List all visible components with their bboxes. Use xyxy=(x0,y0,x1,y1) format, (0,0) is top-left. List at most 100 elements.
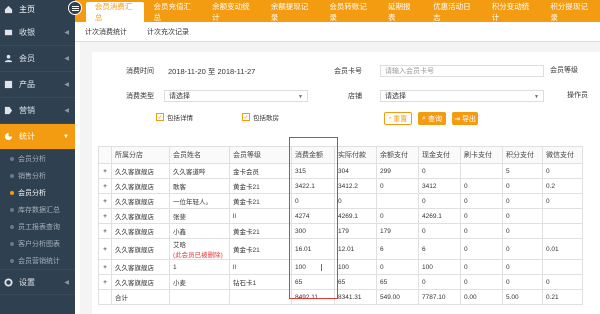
table-cell: 久久客道哔 xyxy=(169,163,230,179)
sidebar-subitem[interactable]: 库存数据汇总 xyxy=(0,201,75,218)
table-cell: 65 xyxy=(291,274,335,290)
table-cell: 0 xyxy=(460,193,503,209)
table-cell: 久久客旗舰店 xyxy=(111,193,170,209)
header-expand xyxy=(98,146,112,164)
table-cell: 0 xyxy=(542,163,583,179)
sidebar-item-member[interactable]: 会员 ◀ xyxy=(0,46,75,72)
chevron-left-icon: ◀ xyxy=(64,108,69,114)
product-icon xyxy=(4,80,13,89)
sidebar-item-stats[interactable]: 统计 ▼ xyxy=(0,124,75,150)
include-details-checkbox[interactable]: ✓ xyxy=(156,113,164,121)
table-cell: 0 xyxy=(460,178,503,194)
tab-balance-change[interactable]: 余额变动统计 xyxy=(203,2,262,22)
tab-member-consumption[interactable]: 会员消费汇总 xyxy=(85,2,145,22)
table-cell: 5 xyxy=(502,163,543,179)
table-cell: 65 xyxy=(376,274,419,290)
sub-tab-bar: 计次消费统计 计次充次记录 xyxy=(75,22,600,42)
table-cell: 0 xyxy=(542,274,583,290)
expand-row-button[interactable]: + xyxy=(98,259,112,275)
table-cell: 久久客旗舰店 xyxy=(111,274,170,290)
table-cell: 小鑫 xyxy=(169,223,230,239)
table-cell: 0 xyxy=(334,193,377,209)
table-cell: 黄金卡21 xyxy=(229,193,292,209)
expand-row-button[interactable]: + xyxy=(98,193,112,209)
table-cell: 0 xyxy=(460,208,503,224)
sidebar-subitem[interactable]: 客户分析图表 xyxy=(0,235,75,252)
table-cell: 304 xyxy=(334,163,377,179)
header-paid: 实际付款 xyxy=(334,146,377,164)
table-cell: 100 xyxy=(334,259,377,275)
subtab-count-recharge[interactable]: 计次充次记录 xyxy=(137,27,199,37)
table-cell: 0 xyxy=(502,274,543,290)
expand-row-button[interactable]: + xyxy=(98,208,112,224)
operator-label: 操作员 xyxy=(567,92,588,99)
table-cell: 4269.1 xyxy=(418,208,461,224)
sidebar-item-marketing[interactable]: 营销 ◀ xyxy=(0,98,75,124)
card-number-input[interactable]: 请输入会员卡号 xyxy=(380,65,544,77)
table-cell: 299 xyxy=(376,163,419,179)
tab-points-change[interactable]: 积分变动统计 xyxy=(483,2,542,22)
sidebar-subitem[interactable]: 销售分析 xyxy=(0,167,75,184)
sidebar-item-settings[interactable]: 设置 ◀ xyxy=(0,269,75,295)
tab-promotion-log[interactable]: 优惠活动日志 xyxy=(424,2,483,22)
subtab-count-consumption[interactable]: 计次消费统计 xyxy=(75,27,137,37)
consumption-type-select[interactable]: 请选择 ▼ xyxy=(164,90,308,102)
trash-icon: ▫ xyxy=(388,115,392,122)
header-card-pay: 刷卡支付 xyxy=(460,146,503,164)
expand-row-button[interactable]: + xyxy=(98,178,112,194)
tab-points-withdraw[interactable]: 积分提现记录 xyxy=(541,2,600,22)
sidebar-subitem[interactable]: 会员分析 xyxy=(0,150,75,167)
sidebar-subitem[interactable]: 员工报表查询 xyxy=(0,218,75,235)
include-rooms-label: 包括歌房 xyxy=(253,115,279,122)
report-table: 所属分店 会员姓名 会员等级 消费金额 实际付款 余额支付 现金支付 刷卡支付 … xyxy=(98,146,583,305)
query-button[interactable]: ⌕ 查询 xyxy=(418,112,446,125)
table-cell: 0 xyxy=(418,223,461,239)
sidebar-subitem-active[interactable]: 会员分析 xyxy=(0,184,75,201)
reset-button[interactable]: ▫ 重置 xyxy=(384,112,412,125)
expand-row-button[interactable]: + xyxy=(98,163,112,179)
tab-transfer[interactable]: 会员转账记录 xyxy=(320,2,379,22)
sidebar-home[interactable]: 主页 xyxy=(0,0,75,18)
table-cell: 0.01 xyxy=(542,238,583,260)
table-cell: 179 xyxy=(376,223,419,239)
tab-extension[interactable]: 延期报表 xyxy=(379,2,424,22)
table-row: + 久久客旗舰店 歌客 黄金卡21 3422.1 3412.2 0 3412 0 0 0.2 xyxy=(98,178,583,194)
expand-row-button[interactable]: + xyxy=(98,238,112,260)
sidebar-item-register[interactable]: 收银 ◀ xyxy=(0,20,75,46)
table-row: + 久久客旗舰店 艾晗 (此会员已被删除) 黄金卡21 16.01 12.01 6 6 0 0 0.0… xyxy=(98,238,583,260)
table-cell: 0 xyxy=(502,193,543,209)
table-cell: 久久客旗舰店 xyxy=(111,223,170,239)
chevron-down-icon: ▼ xyxy=(298,94,303,100)
tab-balance-withdraw[interactable]: 余额提现记录 xyxy=(262,2,321,22)
tab-recharge[interactable]: 会员充值汇总 xyxy=(144,2,203,22)
table-cell: 179 xyxy=(334,223,377,239)
export-icon: ⇥ xyxy=(454,115,460,123)
sidebar-item-label: 会员 xyxy=(19,54,35,63)
sidebar-subitem[interactable]: 会员营销统计 xyxy=(0,252,75,269)
expand-row-button[interactable]: + xyxy=(98,223,112,239)
stats-icon xyxy=(4,132,13,141)
header-points-pay: 积分支付 xyxy=(502,146,543,164)
table-cell: 0 xyxy=(460,259,503,275)
table-header-row: 所属分店 会员姓名 会员等级 消费金额 实际付款 余额支付 现金支付 刷卡支付 … xyxy=(98,146,583,164)
table-cell: ll xyxy=(229,208,292,224)
table-cell: 100 xyxy=(418,259,461,275)
sidebar: 主页 收银 ◀ 会员 ◀ 产品 ◀ 营销 ◀ 统计 ▼ 会员分析 销售分析 会员… xyxy=(0,0,75,314)
include-rooms-checkbox[interactable]: ✓ xyxy=(242,113,250,121)
card-label: 会员卡号 xyxy=(334,68,362,75)
date-range-input[interactable]: 2018-11-20 至 2018-11-27 xyxy=(164,65,270,77)
register-icon xyxy=(4,28,13,37)
sidebar-item-product[interactable]: 产品 ◀ xyxy=(0,72,75,98)
menu-toggle-button[interactable] xyxy=(68,1,82,15)
table-cell: 0 xyxy=(376,259,419,275)
table-cell: 8492.11 xyxy=(291,289,335,305)
store-select[interactable]: 请选择 ▼ xyxy=(380,90,544,102)
table-cell xyxy=(542,223,583,239)
chevron-left-icon: ◀ xyxy=(64,279,69,286)
sidebar-item-label: 收银 xyxy=(19,28,35,37)
table-cell: 艾晗 (此会员已被删除) xyxy=(169,238,230,260)
table-cell xyxy=(376,193,419,209)
export-button[interactable]: ⇥ 导出 xyxy=(452,112,478,125)
table-cell: 0 xyxy=(542,193,583,209)
expand-row-button[interactable]: + xyxy=(98,274,112,290)
